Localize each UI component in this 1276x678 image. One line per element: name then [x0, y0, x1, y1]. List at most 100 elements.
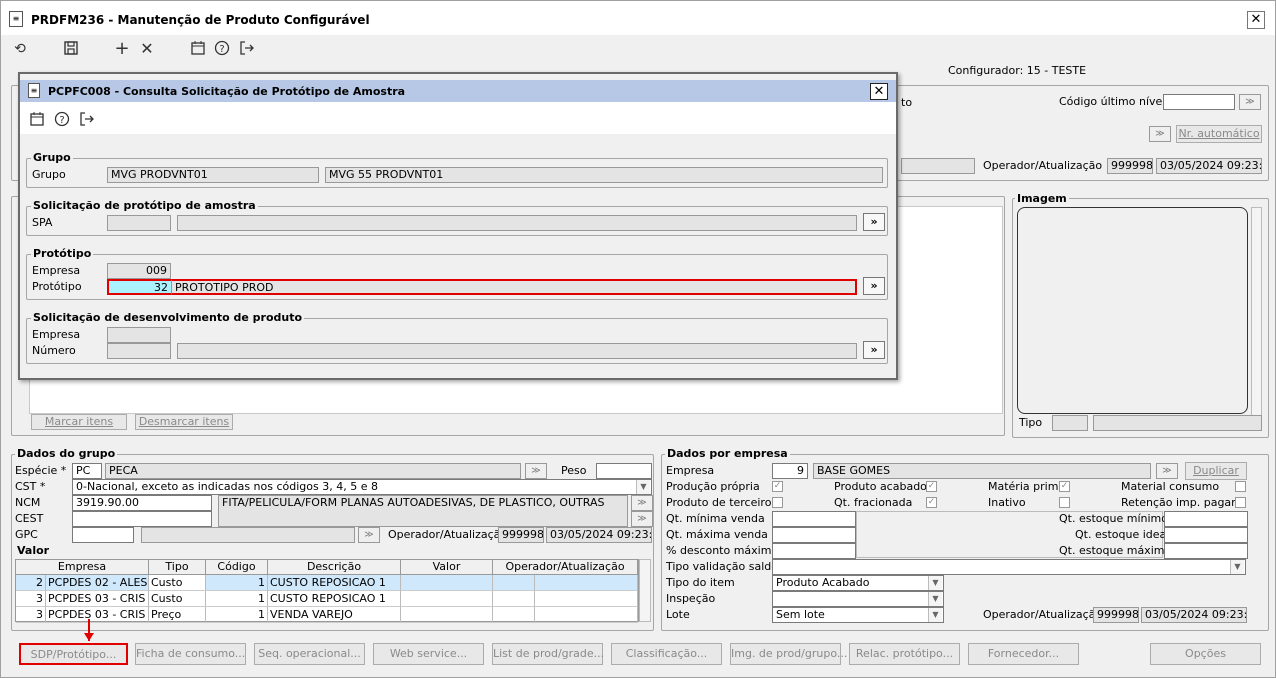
- col-tipo[interactable]: Tipo: [149, 560, 206, 575]
- qt-est-ideal-label: Qt. estoque ideal: [1075, 528, 1170, 541]
- chevron-down-icon[interactable]: ▼: [1230, 560, 1244, 574]
- nr-automatico-button[interactable]: Nr. automático: [1176, 125, 1262, 143]
- ncm-desc: FITA/PELICULA/FORM PLANAS AUTOADESIVAS, …: [218, 495, 628, 527]
- calendar-icon[interactable]: [189, 40, 207, 58]
- qt-est-ideal-input[interactable]: [1164, 527, 1248, 543]
- exit-icon[interactable]: [238, 40, 256, 58]
- desconto-max-input[interactable]: [772, 543, 856, 559]
- produto-acabado-checkbox[interactable]: ✓: [926, 481, 937, 492]
- close-icon[interactable]: ✕: [870, 83, 888, 100]
- cest-label: CEST: [15, 512, 44, 525]
- prototipo-code-input[interactable]: 32: [107, 279, 171, 295]
- tipo-code: [1052, 415, 1088, 431]
- image-scrollbar[interactable]: [1251, 207, 1262, 429]
- row-operador: [493, 591, 535, 607]
- calendar-icon[interactable]: [28, 111, 46, 129]
- help-icon[interactable]: ?: [213, 40, 231, 58]
- img-prod-grupo-button[interactable]: Img. de prod/grupo...: [730, 643, 847, 665]
- tipo-desc: [1093, 415, 1262, 431]
- delete-icon[interactable]: ✕: [138, 40, 156, 58]
- valor-table[interactable]: Empresa Tipo Código Descrição Valor Oper…: [15, 559, 639, 623]
- row-descricao: VENDA VAREJO: [268, 607, 401, 623]
- lookup-button[interactable]: ≫: [1239, 94, 1261, 110]
- chevron-down-icon[interactable]: ▼: [928, 608, 942, 622]
- modal-app-icon: ≡: [28, 83, 40, 98]
- col-valor[interactable]: Valor: [401, 560, 493, 575]
- cst-label: CST *: [15, 480, 46, 493]
- chevron-down-icon[interactable]: ▼: [928, 592, 942, 606]
- sdp-numero-value: [107, 343, 171, 359]
- list-prod-grade-button[interactable]: List de prod/grade...: [492, 643, 604, 665]
- inativo-checkbox[interactable]: [1059, 497, 1070, 508]
- qt-est-min-label: Qt. estoque mínimo: [1059, 512, 1168, 525]
- qt-min-venda-input[interactable]: [772, 511, 856, 527]
- material-consumo-checkbox[interactable]: [1235, 481, 1246, 492]
- col-operador[interactable]: Operador/Atualização: [493, 560, 638, 575]
- chevron-down-icon[interactable]: ▼: [928, 576, 942, 590]
- cst-select[interactable]: 0-Nacional, exceto as indicadas nos códi…: [72, 479, 652, 495]
- retencao-checkbox[interactable]: [1235, 497, 1246, 508]
- peso-input[interactable]: [596, 463, 652, 479]
- table-row[interactable]: 3 PCPDES 03 - CRIS Preço 1 VENDA VAREJO: [16, 607, 638, 623]
- col-empresa[interactable]: Empresa: [16, 560, 149, 575]
- prototipo-desc: PROTOTIPO PROD: [171, 279, 857, 295]
- dados-grupo-title: Dados do grupo: [15, 447, 118, 460]
- exit-icon[interactable]: [78, 111, 96, 129]
- sdp-more-button[interactable]: »: [863, 341, 885, 359]
- col-descricao[interactable]: Descrição: [268, 560, 401, 575]
- undo-icon[interactable]: ⟲: [11, 40, 29, 58]
- ficha-consumo-button[interactable]: Ficha de consumo...: [135, 643, 246, 665]
- lookup-button-2[interactable]: ≫: [1149, 126, 1171, 142]
- tipo-item-select[interactable]: Produto Acabado: [772, 575, 944, 591]
- empresa-lookup[interactable]: ≫: [1156, 463, 1178, 479]
- spa-more-button[interactable]: »: [863, 213, 885, 231]
- codigo-ultimo-nivel-input[interactable]: [1163, 94, 1235, 110]
- col-codigo[interactable]: Código: [206, 560, 268, 575]
- desmarcar-itens-button[interactable]: Desmarcar itens: [135, 414, 233, 430]
- duplicar-button[interactable]: Duplicar: [1185, 462, 1247, 480]
- save-icon[interactable]: [62, 40, 80, 58]
- empresa-input[interactable]: 9: [772, 463, 808, 479]
- prototipo-more-button[interactable]: »: [863, 277, 885, 295]
- relac-prototipo-button[interactable]: Relac. protótipo...: [849, 643, 960, 665]
- materia-prima-checkbox[interactable]: ✓: [1059, 481, 1070, 492]
- close-icon[interactable]: ✕: [1247, 11, 1265, 29]
- cest-input[interactable]: [72, 511, 212, 527]
- help-icon[interactable]: ?: [53, 111, 71, 129]
- opcoes-button[interactable]: Opções: [1150, 643, 1261, 665]
- add-icon[interactable]: +: [113, 40, 131, 58]
- qt-fracionada-checkbox[interactable]: ✓: [926, 497, 937, 508]
- row-descricao: CUSTO REPOSICAO 1: [268, 575, 401, 591]
- gpc-lookup[interactable]: ≫: [358, 527, 380, 543]
- produto-terceiro-checkbox[interactable]: [772, 497, 783, 508]
- ncm-input[interactable]: 3919.90.00: [72, 495, 212, 511]
- qt-est-max-input[interactable]: [1164, 543, 1248, 559]
- lote-label: Lote: [666, 608, 690, 621]
- prototipo-label: Protótipo: [32, 280, 82, 293]
- empresa-label: Empresa: [32, 264, 81, 277]
- qt-est-min-input[interactable]: [1164, 511, 1248, 527]
- inspecao-label: Inspeção: [666, 592, 716, 605]
- producao-propria-checkbox[interactable]: ✓: [772, 481, 783, 492]
- lote-select[interactable]: Sem lote: [772, 607, 944, 623]
- especie-input[interactable]: PC: [72, 463, 102, 479]
- empresa-desc: BASE GOMES: [813, 463, 1151, 479]
- sdp-prototipo-button[interactable]: SDP/Protótipo...: [19, 643, 128, 665]
- qt-max-venda-input[interactable]: [772, 527, 856, 543]
- table-row[interactable]: 3 PCPDES 03 - CRIS Custo 1 CUSTO REPOSIC…: [16, 591, 638, 607]
- web-service-button[interactable]: Web service...: [373, 643, 484, 665]
- dados-empresa-title: Dados por empresa: [665, 447, 790, 460]
- ncm-lookup-2[interactable]: ≫: [631, 511, 653, 527]
- fornecedor-button[interactable]: Fornecedor...: [968, 643, 1079, 665]
- table-row[interactable]: 2 PCPDES 02 - ALESSA Custo 1 CUSTO REPOS…: [16, 575, 638, 591]
- chevron-down-icon[interactable]: ▼: [636, 480, 650, 494]
- marcar-itens-button[interactable]: Marcar itens: [31, 414, 127, 430]
- ncm-lookup[interactable]: ≫: [631, 495, 653, 511]
- especie-lookup[interactable]: ≫: [525, 463, 547, 479]
- inspecao-select[interactable]: [772, 591, 944, 607]
- tipo-validacao-select[interactable]: [772, 559, 1246, 575]
- seq-operacional-button[interactable]: Seq. operacional...: [254, 643, 365, 665]
- classificacao-button[interactable]: Classificação...: [611, 643, 722, 665]
- gpc-input[interactable]: [72, 527, 134, 543]
- valor-scrollbar[interactable]: [639, 559, 651, 622]
